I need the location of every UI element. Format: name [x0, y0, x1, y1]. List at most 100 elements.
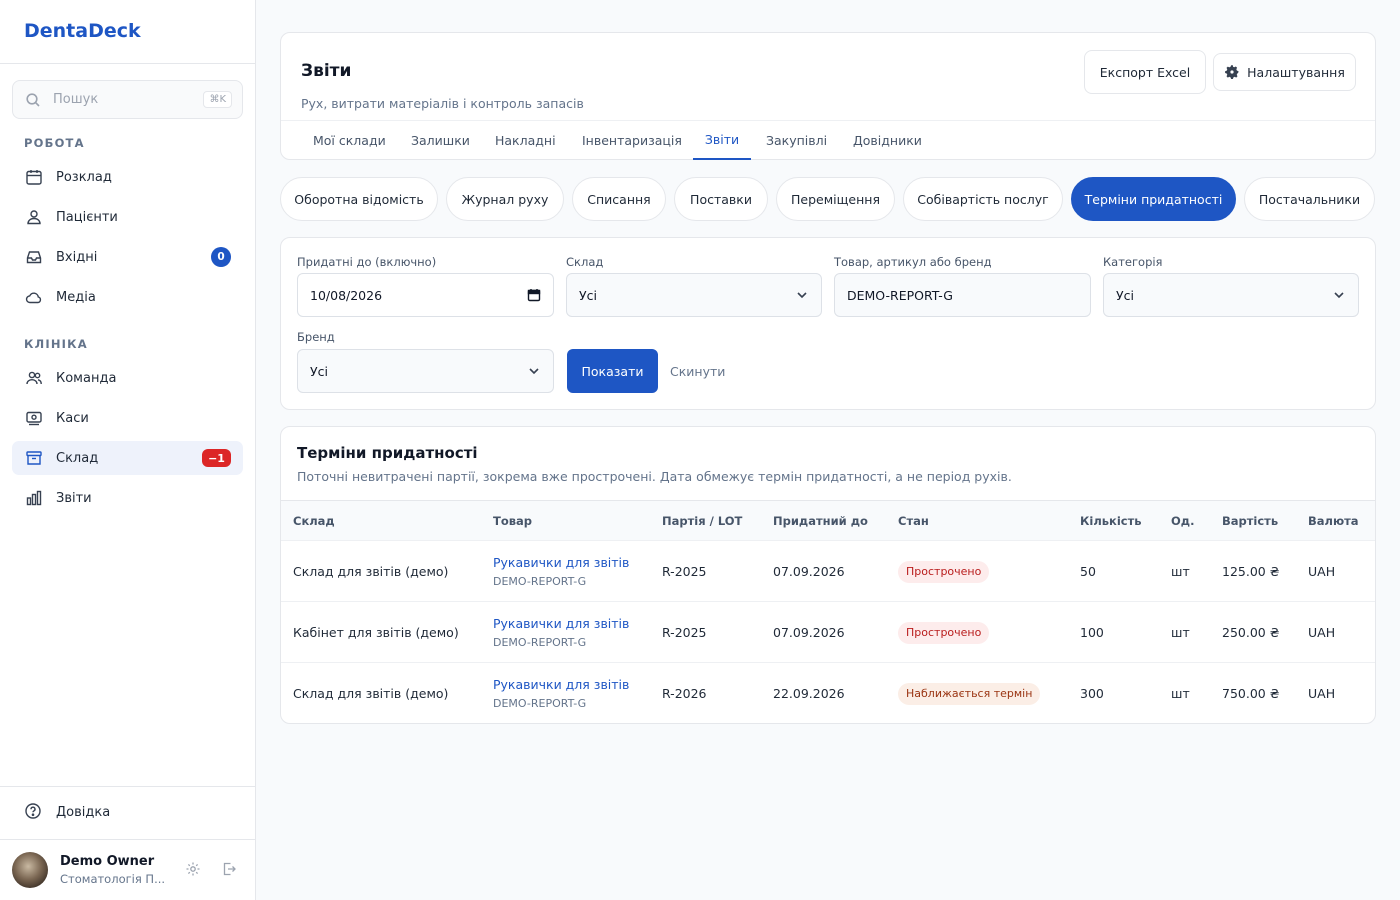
avatar[interactable] [12, 852, 48, 888]
cell-unit: шт [1171, 686, 1190, 701]
search-box[interactable]: Пошук ⌘K [12, 80, 243, 119]
report-pill-transfers[interactable]: Переміщення [776, 177, 895, 221]
chevron-down-icon [1334, 292, 1344, 299]
bar-chart-icon [24, 488, 44, 508]
cell-status: Прострочено [898, 602, 990, 663]
cash-register-icon [24, 408, 44, 428]
warehouse-label: Склад [566, 255, 604, 269]
sidebar-item-reports[interactable]: Звіти [12, 481, 243, 515]
sidebar-item-label: Склад [56, 450, 99, 466]
table-row: Склад для звітів (демо) Рукавички для зв… [281, 541, 1375, 602]
app-logo[interactable]: DentaDeck [24, 20, 141, 42]
team-icon [24, 368, 44, 388]
logout-icon[interactable] [221, 861, 239, 879]
tab-reports[interactable]: Звіти [693, 121, 751, 160]
cell-product: Рукавички для звітів DEMO-REPORT-G [493, 541, 629, 602]
sidebar-divider [0, 63, 255, 64]
search-icon [26, 92, 40, 107]
product-link[interactable]: Рукавички для звітів [493, 677, 629, 692]
help-link[interactable]: Довідка [24, 802, 110, 822]
sidebar-item-label: Медіа [56, 289, 96, 305]
product-sku: DEMO-REPORT-G [493, 575, 587, 588]
sidebar-item-warehouse[interactable]: Склад −1 [12, 441, 243, 475]
reset-button[interactable]: Скинути [670, 349, 725, 393]
report-pill-deliveries[interactable]: Поставки [674, 177, 768, 221]
cell-status: Прострочено [898, 541, 990, 602]
column-header-quantity[interactable]: Кількість [1080, 501, 1142, 541]
column-header-cost[interactable]: Вартість [1222, 501, 1278, 541]
brand-label: Бренд [297, 330, 335, 344]
cell-quantity: 50 [1080, 564, 1096, 579]
page-title: Звіти [301, 61, 352, 81]
tab-invoices[interactable]: Накладні [495, 121, 556, 160]
report-pill-expiry-dates[interactable]: Терміни придатності [1071, 177, 1236, 221]
sidebar-item-team[interactable]: Команда [12, 361, 243, 395]
warehouse-alert-badge: −1 [202, 449, 231, 467]
cell-expiry: 07.09.2026 [773, 625, 845, 640]
sidebar-item-media[interactable]: Медіа [12, 280, 243, 314]
column-header-warehouse[interactable]: Склад [293, 501, 335, 541]
column-header-currency[interactable]: Валюта [1308, 501, 1359, 541]
cell-expiry: 22.09.2026 [773, 686, 845, 701]
column-header-expiry[interactable]: Придатний до [773, 501, 868, 541]
settings-gear-icon[interactable] [185, 861, 203, 879]
report-pill-movement-log[interactable]: Журнал руху [446, 177, 564, 221]
calendar-icon [24, 167, 44, 187]
cell-lot: R-2025 [662, 625, 707, 640]
column-header-unit[interactable]: Од. [1171, 501, 1194, 541]
show-button[interactable]: Показати [567, 349, 658, 393]
page-header-card: Звіти Рух, витрати матеріалів і контроль… [280, 32, 1376, 160]
cell-status: Наближається термін [898, 663, 1041, 723]
tab-stock[interactable]: Залишки [411, 121, 470, 160]
export-excel-button[interactable]: Експорт Excel [1084, 50, 1206, 94]
tab-directories[interactable]: Довідники [853, 121, 922, 160]
calendar-picker-icon[interactable] [527, 288, 541, 302]
category-label: Категорія [1103, 255, 1163, 269]
product-search-label: Товар, артикул або бренд [834, 255, 992, 269]
cell-lot: R-2025 [662, 564, 707, 579]
search-input[interactable]: Пошук [53, 92, 203, 107]
report-pill-service-cost[interactable]: Собівартість послуг [903, 177, 1063, 221]
archive-box-icon [24, 448, 44, 468]
table-row: Склад для звітів (демо) Рукавички для зв… [281, 663, 1375, 723]
valid-until-date-input[interactable]: 10/08/2026 [297, 273, 554, 317]
sidebar-item-label: Вхідні [56, 249, 98, 265]
section-title-clinic: КЛІНІКА [24, 337, 88, 351]
cell-currency: UAH [1308, 625, 1336, 640]
column-header-lot[interactable]: Партія / LOT [662, 501, 742, 541]
inbox-count-badge: 0 [211, 247, 231, 267]
cell-warehouse: Кабінет для звітів (демо) [293, 625, 459, 640]
settings-button[interactable]: Налаштування [1213, 53, 1356, 91]
category-select[interactable]: Усі [1103, 273, 1359, 317]
user-profile: Demo Owner Стоматологія П... [12, 852, 247, 888]
sidebar-item-patients[interactable]: Пацієнти [12, 200, 243, 234]
column-header-status[interactable]: Стан [898, 501, 929, 541]
gear-icon [1225, 65, 1239, 79]
chevron-down-icon [797, 292, 807, 299]
report-pill-suppliers[interactable]: Постачальники [1244, 177, 1375, 221]
inbox-icon [24, 247, 44, 267]
report-pill-turnover[interactable]: Оборотна відомість [280, 177, 438, 221]
product-sku: DEMO-REPORT-G [493, 636, 587, 649]
report-pill-write-offs[interactable]: Списання [572, 177, 666, 221]
sidebar-item-inbox[interactable]: Вхідні 0 [12, 240, 243, 274]
tab-purchases[interactable]: Закупівлі [766, 121, 827, 160]
product-search-input[interactable]: DEMO-REPORT-G [834, 273, 1091, 317]
product-link[interactable]: Рукавички для звітів [493, 555, 629, 570]
sidebar-item-schedule[interactable]: Розклад [12, 160, 243, 194]
product-search-value: DEMO-REPORT-G [847, 287, 953, 303]
tab-inventory[interactable]: Інвентаризація [582, 121, 682, 160]
page-subtitle: Рух, витрати матеріалів і контроль запас… [301, 96, 584, 111]
column-header-product[interactable]: Товар [493, 501, 532, 541]
sidebar-item-label: Команда [56, 370, 117, 386]
search-shortcut-hint: ⌘K [203, 91, 232, 108]
warehouse-select[interactable]: Усі [566, 273, 822, 317]
product-link[interactable]: Рукавички для звітів [493, 616, 629, 631]
brand-select[interactable]: Усі [297, 349, 554, 393]
sidebar-item-cash[interactable]: Каси [12, 401, 243, 435]
product-sku: DEMO-REPORT-G [493, 697, 587, 710]
cell-unit: шт [1171, 625, 1190, 640]
cell-currency: UAH [1308, 686, 1336, 701]
tab-my-warehouses[interactable]: Мої склади [313, 121, 386, 160]
sidebar-item-label: Розклад [56, 169, 112, 185]
